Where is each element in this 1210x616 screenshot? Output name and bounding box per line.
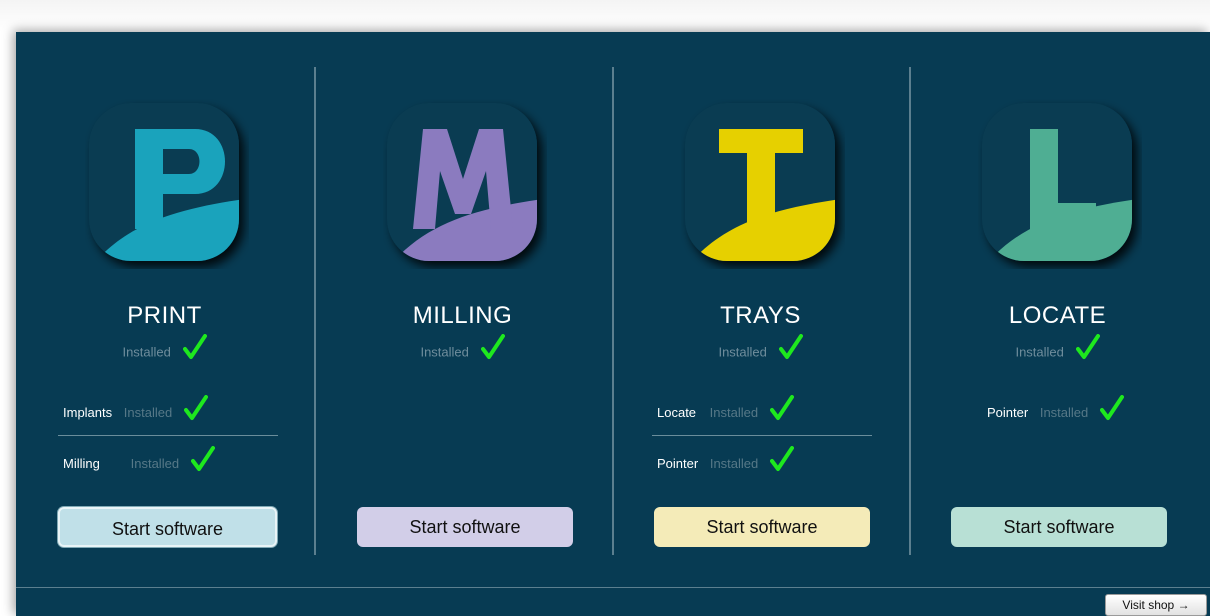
app-install-status: Installed [16, 334, 313, 366]
app-title: LOCATE [1008, 302, 1107, 329]
checkmark-icon [1099, 395, 1124, 433]
start-software-button[interactable]: Start software [357, 507, 573, 547]
start-software-button[interactable]: Start software [58, 507, 277, 547]
checkmark-icon [1075, 334, 1100, 372]
checkmark-icon [183, 395, 208, 433]
visit-shop-button[interactable]: Visit shop → [1105, 594, 1207, 616]
footer-divider [16, 587, 1210, 588]
start-software-button[interactable]: Start software [951, 507, 1167, 547]
status-text: Installed [122, 344, 171, 360]
checkmark-icon [778, 334, 803, 372]
app-card-locate: LOCATE Installed Pointer Installed Start… [909, 32, 1206, 587]
checkmark-icon [182, 334, 207, 372]
module-status: Installed [1039, 405, 1089, 421]
module-row-pointer: Pointer Installed [657, 446, 794, 478]
module-name: Milling [63, 456, 100, 472]
app-install-status: Installed [612, 334, 909, 366]
app-install-status: Installed [909, 334, 1206, 366]
software-launcher-panel: PRINT Installed Implants Installed Milli… [16, 32, 1210, 616]
app-card-milling: MILLING Installed Start software [314, 32, 611, 587]
milling-app-icon[interactable] [383, 99, 547, 269]
status-text: Installed [420, 344, 469, 360]
status-text: Installed [718, 344, 767, 360]
app-install-status: Installed [314, 334, 611, 366]
module-name: Locate [657, 405, 697, 421]
module-status: Installed [123, 405, 173, 421]
checkmark-icon [480, 334, 505, 372]
print-app-icon[interactable] [85, 99, 249, 269]
locate-app-icon[interactable] [978, 99, 1142, 269]
checkmark-icon [769, 446, 794, 484]
start-software-button[interactable]: Start software [654, 507, 870, 547]
module-row-pointer: Pointer Installed [987, 395, 1124, 427]
app-card-trays: TRAYS Installed Locate Installed Pointer… [612, 32, 909, 587]
trays-app-icon[interactable] [681, 99, 845, 269]
module-divider [652, 435, 872, 436]
module-row-milling: Milling Installed [63, 446, 215, 478]
module-name: Implants [63, 405, 113, 421]
module-status: Installed [709, 405, 759, 421]
module-row-locate: Locate Installed [657, 395, 794, 427]
app-title: TRAYS [720, 302, 801, 329]
module-row-implants: Implants Installed [63, 395, 208, 427]
window-top-margin [0, 0, 1210, 32]
module-status: Installed [709, 456, 759, 472]
app-title: MILLING [412, 302, 513, 329]
status-text: Installed [1015, 344, 1064, 360]
app-card-print: PRINT Installed Implants Installed Milli… [16, 32, 313, 587]
checkmark-icon [769, 395, 794, 433]
checkmark-icon [190, 446, 215, 484]
app-title: PRINT [127, 302, 202, 329]
module-name: Pointer [987, 405, 1029, 421]
module-status: Installed [130, 456, 180, 472]
module-name: Pointer [657, 456, 699, 472]
module-divider [58, 435, 278, 436]
